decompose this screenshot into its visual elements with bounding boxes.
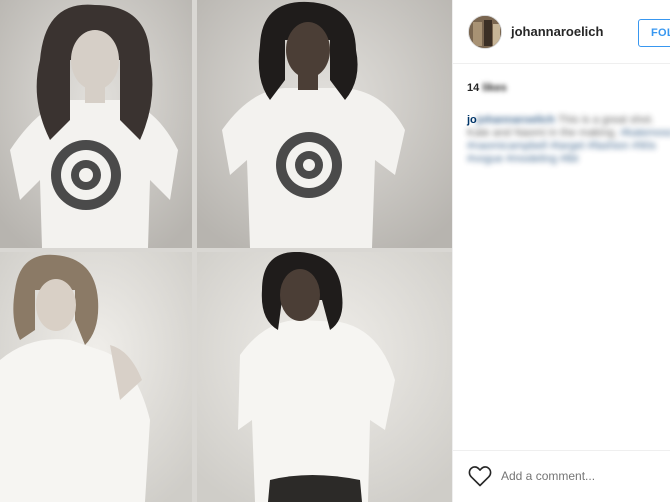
photo-panel-bottom-right [197, 251, 452, 502]
comment-input[interactable] [501, 469, 651, 483]
post-photo[interactable] [0, 0, 452, 502]
likes-number: 14 [467, 82, 480, 94]
username-link[interactable]: johannaroelich [511, 24, 603, 39]
heart-outline-icon[interactable] [468, 465, 492, 487]
user-avatar[interactable] [468, 15, 502, 49]
photo-panel-top-left [0, 0, 192, 248]
photo-panel-bottom-left [0, 252, 192, 502]
photo-panel-top-right [197, 0, 452, 248]
follow-button[interactable]: FOLLOW [638, 19, 670, 47]
post-caption: jojohannaroelich This is a great shot. K… [467, 114, 670, 166]
post-header: johannaroelich FOLLOW [453, 0, 670, 64]
post-sidebar: johannaroelich FOLLOW 14 likes jojohanna… [452, 0, 670, 502]
comment-bar [453, 450, 670, 502]
likes-count[interactable]: 14 likes [467, 82, 507, 94]
photo-collage [0, 0, 452, 502]
likes-label: likes [482, 82, 507, 94]
avatar-image [469, 16, 501, 48]
caption-username[interactable]: jojohannaroelich [467, 114, 555, 126]
